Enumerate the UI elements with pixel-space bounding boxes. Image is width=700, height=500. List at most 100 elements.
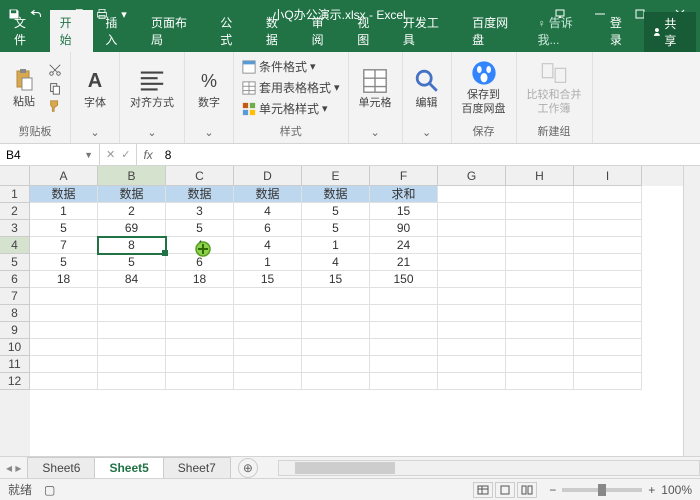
tab-layout[interactable]: 页面布局 <box>141 10 208 52</box>
cell[interactable] <box>506 254 574 271</box>
cell[interactable]: 5 <box>302 220 370 237</box>
row-header[interactable]: 9 <box>0 322 30 339</box>
cell[interactable] <box>574 203 642 220</box>
cell[interactable]: 3 <box>166 203 234 220</box>
cell[interactable] <box>234 288 302 305</box>
cell[interactable]: 150 <box>370 271 438 288</box>
cell[interactable] <box>506 339 574 356</box>
tab-review[interactable]: 审阅 <box>302 10 346 52</box>
cell[interactable] <box>574 271 642 288</box>
cell[interactable] <box>574 254 642 271</box>
cell[interactable] <box>438 356 506 373</box>
cell[interactable] <box>370 322 438 339</box>
zoom-control[interactable]: − + 100% <box>549 483 692 497</box>
cell[interactable] <box>98 356 166 373</box>
cell[interactable] <box>438 373 506 390</box>
cell[interactable] <box>506 356 574 373</box>
cell[interactable] <box>574 339 642 356</box>
cell[interactable] <box>30 322 98 339</box>
cell[interactable] <box>302 339 370 356</box>
row-header[interactable]: 12 <box>0 373 30 390</box>
column-header[interactable]: G <box>438 166 506 186</box>
cell[interactable] <box>438 288 506 305</box>
font-button[interactable]: A字体 <box>77 65 113 112</box>
cell[interactable] <box>574 356 642 373</box>
table-format-button[interactable]: 套用表格格式 ▾ <box>240 78 342 97</box>
tab-data[interactable]: 数据 <box>256 10 300 52</box>
conditional-format-button[interactable]: 条件格式 ▾ <box>240 57 342 76</box>
column-header[interactable]: E <box>302 166 370 186</box>
column-header[interactable]: H <box>506 166 574 186</box>
cell[interactable]: 24 <box>370 237 438 254</box>
row-header[interactable]: 1 <box>0 186 30 203</box>
cell[interactable]: 7 <box>30 237 98 254</box>
cell[interactable] <box>302 356 370 373</box>
paste-button[interactable]: 粘贴 <box>6 64 42 111</box>
zoom-level[interactable]: 100% <box>661 483 692 497</box>
tab-insert[interactable]: 插入 <box>95 10 139 52</box>
sheet-tab[interactable]: Sheet6 <box>27 457 95 478</box>
cell[interactable]: 1 <box>234 254 302 271</box>
cell[interactable] <box>506 271 574 288</box>
cell[interactable] <box>574 373 642 390</box>
cell[interactable]: 21 <box>370 254 438 271</box>
cell[interactable] <box>370 373 438 390</box>
cell[interactable] <box>438 203 506 220</box>
cell[interactable] <box>574 322 642 339</box>
cell[interactable] <box>370 305 438 322</box>
tab-formulas[interactable]: 公式 <box>210 10 254 52</box>
cut-button[interactable] <box>46 62 64 78</box>
cell[interactable] <box>438 339 506 356</box>
row-header[interactable]: 10 <box>0 339 30 356</box>
cells-area[interactable]: 数据数据数据数据数据求和1234515569565907844124556142… <box>30 186 683 456</box>
column-header[interactable]: A <box>30 166 98 186</box>
select-all-corner[interactable] <box>0 166 30 186</box>
cell[interactable] <box>506 288 574 305</box>
cell[interactable] <box>98 288 166 305</box>
cell[interactable] <box>370 339 438 356</box>
editing-button[interactable]: 编辑 <box>409 65 445 112</box>
cell[interactable] <box>302 305 370 322</box>
cell[interactable]: 5 <box>166 220 234 237</box>
cell[interactable]: 8 <box>98 237 166 254</box>
cell[interactable]: 84 <box>98 271 166 288</box>
cell[interactable] <box>30 373 98 390</box>
cell[interactable] <box>234 322 302 339</box>
cell[interactable] <box>438 186 506 203</box>
cell[interactable] <box>30 356 98 373</box>
page-break-view-button[interactable] <box>517 482 537 498</box>
cell[interactable]: 数据 <box>166 186 234 203</box>
fx-icon[interactable]: fx <box>137 144 158 165</box>
zoom-in-button[interactable]: + <box>648 483 655 497</box>
sheet-tab[interactable]: Sheet5 <box>94 457 163 479</box>
cell[interactable] <box>438 254 506 271</box>
row-header[interactable]: 6 <box>0 271 30 288</box>
cell[interactable] <box>370 356 438 373</box>
column-header[interactable]: B <box>98 166 166 186</box>
cell[interactable] <box>98 339 166 356</box>
cell[interactable] <box>438 271 506 288</box>
cell[interactable] <box>302 373 370 390</box>
cell[interactable] <box>574 186 642 203</box>
cells-button[interactable]: 单元格 <box>355 65 396 112</box>
tab-baidu[interactable]: 百度网盘 <box>462 10 529 52</box>
cell[interactable] <box>574 237 642 254</box>
cell[interactable] <box>166 356 234 373</box>
cell[interactable] <box>30 305 98 322</box>
cell[interactable]: 69 <box>98 220 166 237</box>
zoom-slider[interactable] <box>562 488 642 492</box>
cell[interactable]: 1 <box>302 237 370 254</box>
cell[interactable] <box>234 339 302 356</box>
add-sheet-button[interactable]: ⊕ <box>238 458 258 478</box>
cell[interactable] <box>98 305 166 322</box>
cell[interactable] <box>506 186 574 203</box>
tab-view[interactable]: 视图 <box>347 10 391 52</box>
cell[interactable] <box>506 305 574 322</box>
cell[interactable] <box>574 288 642 305</box>
cell[interactable] <box>98 322 166 339</box>
cell[interactable]: 5 <box>30 220 98 237</box>
chevron-down-icon[interactable]: ▼ <box>84 150 93 160</box>
column-header[interactable]: D <box>234 166 302 186</box>
alignment-button[interactable]: 对齐方式 <box>126 65 178 112</box>
cell[interactable]: 4 <box>302 254 370 271</box>
